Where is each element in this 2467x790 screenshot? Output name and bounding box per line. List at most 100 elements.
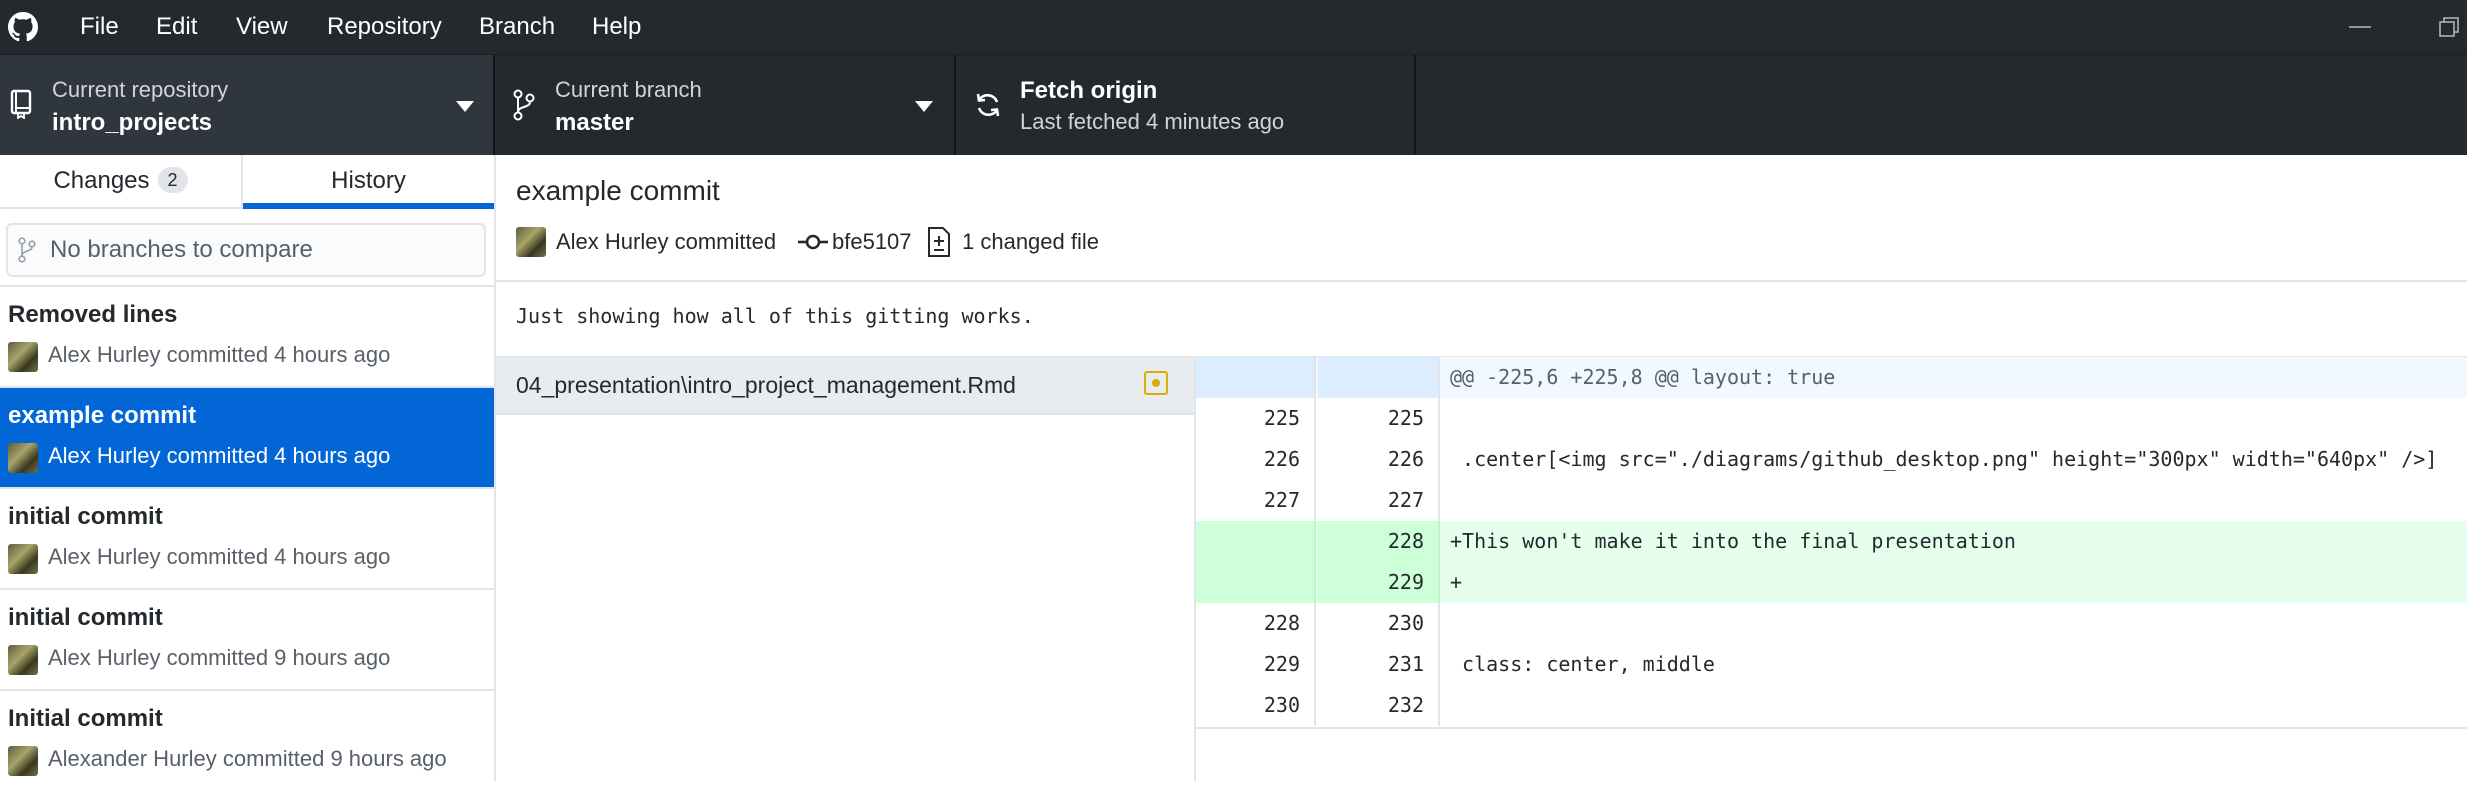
file-modified-icon [1144, 371, 1168, 395]
diff-line-added[interactable]: 228 +This won't make it into the final p… [1196, 521, 2467, 562]
commit-summary-header: example commit Alex Hurley committed bfe… [496, 155, 2467, 282]
commit-list-item[interactable]: initial commit Alex Hurley committed 9 h… [0, 590, 494, 691]
old-line-number: 227 [1196, 480, 1316, 521]
avatar [8, 544, 38, 574]
minimize-icon[interactable] [2347, 14, 2373, 40]
changed-file-list: 04_presentation\intro_project_management… [496, 357, 1196, 781]
new-line-number: 226 [1318, 439, 1440, 480]
commit-author: Alex Hurley committed [556, 229, 777, 254]
menu-edit[interactable]: Edit [156, 0, 197, 54]
diff-line[interactable]: 229 231 class: center, middle [1196, 644, 2467, 685]
menu-view[interactable]: View [236, 0, 288, 54]
commit-list-item-selected[interactable]: example commit Alex Hurley committed 4 h… [0, 388, 494, 489]
repo-caret-icon [456, 101, 474, 112]
title-bar: File Edit View Repository Branch Help [0, 0, 2467, 54]
commit-list-item[interactable]: initial commit Alex Hurley committed 4 h… [0, 489, 494, 590]
commit-title: initial commit [8, 503, 163, 530]
branch-name: master [555, 109, 634, 136]
file-list-item[interactable]: 04_presentation\intro_project_management… [496, 357, 1194, 415]
tab-history[interactable]: History [243, 155, 494, 207]
commit-title: Initial commit [8, 705, 163, 732]
new-line-number: 225 [1318, 398, 1440, 439]
file-path: 04_presentation\intro_project_management… [516, 372, 1016, 398]
modified-dot [1152, 379, 1160, 387]
commit-meta: Alex Hurley committed 4 hours ago [48, 342, 391, 367]
commit-title: initial commit [8, 604, 163, 631]
diff-view: @@ -225,6 +225,8 @@ layout: true 225 225… [1196, 357, 2467, 729]
commit-title: Removed lines [8, 301, 178, 328]
code-text: class: center, middle [1450, 652, 1715, 676]
diff-line-added[interactable]: 229 + [1196, 562, 2467, 603]
commit-meta: Alex Hurley committed 9 hours ago [48, 645, 391, 670]
menu-help[interactable]: Help [592, 0, 641, 54]
branch-label: Current branch [555, 77, 702, 102]
compare-branch-input[interactable]: No branches to compare [6, 223, 486, 277]
tab-changes[interactable]: Changes 2 [0, 155, 243, 209]
code-text: + [1450, 570, 1463, 594]
avatar [8, 342, 38, 372]
commit-list-item[interactable]: Initial commit Alexander Hurley committe… [0, 691, 494, 790]
restore-icon[interactable] [2436, 14, 2462, 40]
old-line-number: 225 [1196, 398, 1316, 439]
old-line-number: 228 [1196, 603, 1316, 644]
github-logo-icon [8, 12, 38, 42]
commit-list-item[interactable]: Removed lines Alex Hurley committed 4 ho… [0, 287, 494, 388]
diff-hunk-header: @@ -225,6 +225,8 @@ layout: true [1196, 357, 2467, 398]
code-text: .center[<img src="./diagrams/github_desk… [1450, 447, 2438, 471]
fetch-subtitle: Last fetched 4 minutes ago [1020, 109, 1285, 134]
current-branch-button[interactable]: Current branch master [495, 55, 956, 155]
sidebar: Changes 2 History No branches to compare … [0, 155, 496, 790]
new-line-number [1318, 357, 1440, 398]
repo-name: intro_projects [52, 109, 213, 136]
diff-divider [1196, 727, 2467, 729]
commit-meta: Alex Hurley committed 4 hours ago [48, 443, 391, 468]
branch-icon [513, 89, 535, 121]
branch-caret-icon [915, 101, 933, 112]
menu-repository[interactable]: Repository [327, 0, 442, 54]
new-line-number: 229 [1318, 562, 1440, 603]
avatar [8, 443, 38, 473]
diff-line[interactable]: 225 225 [1196, 398, 2467, 439]
repo-icon [10, 89, 32, 119]
repo-label: Current repository [52, 77, 229, 102]
toolbar: Current repository intro_projects Curren… [0, 54, 2467, 155]
commit-sha[interactable]: bfe5107 [832, 227, 912, 257]
avatar [516, 227, 546, 257]
avatar [8, 645, 38, 675]
diff-line[interactable]: 227 227 [1196, 480, 2467, 521]
commit-title: example commit [8, 402, 197, 429]
current-repository-button[interactable]: Current repository intro_projects [0, 55, 495, 155]
hunk-text: @@ -225,6 +225,8 @@ layout: true [1450, 365, 1836, 389]
diff-line[interactable]: 228 230 [1196, 603, 2467, 644]
commit-summary-title: example commit [516, 175, 720, 206]
new-line-number: 231 [1318, 644, 1440, 685]
changed-files-count: 1 changed file [962, 229, 1099, 254]
new-line-number: 232 [1318, 685, 1440, 726]
old-line-number [1196, 521, 1316, 562]
diff-line[interactable]: 226 226 .center[<img src="./diagrams/git… [1196, 439, 2467, 480]
fetch-origin-button[interactable]: Fetch origin Last fetched 4 minutes ago [956, 55, 1416, 155]
tab-changes-label: Changes [53, 167, 150, 194]
old-line-number [1196, 357, 1316, 398]
commit-meta: Alexander Hurley committed 9 hours ago [48, 746, 447, 771]
menu-file[interactable]: File [80, 0, 119, 54]
new-line-number: 227 [1318, 480, 1440, 521]
compare-placeholder: No branches to compare [50, 236, 313, 263]
avatar [8, 746, 38, 776]
commit-description-area: Just showing how all of this gitting wor… [496, 282, 2467, 358]
diff-line[interactable]: 230 232 [1196, 685, 2467, 726]
menu-branch[interactable]: Branch [479, 0, 555, 54]
code-text: +This won't make it into the final prese… [1450, 529, 2016, 553]
fetch-title: Fetch origin [1020, 77, 1158, 104]
old-line-number: 229 [1196, 644, 1316, 685]
changes-count-badge: 2 [157, 166, 188, 193]
old-line-number: 230 [1196, 685, 1316, 726]
commit-icon [798, 234, 828, 250]
commit-meta: Alex Hurley committed 4 hours ago [48, 544, 391, 569]
new-line-number: 228 [1318, 521, 1440, 562]
sync-icon [976, 93, 1000, 117]
branch-icon [18, 237, 36, 263]
commit-description: Just showing how all of this gitting wor… [516, 304, 1034, 328]
new-line-number: 230 [1318, 603, 1440, 644]
old-line-number: 226 [1196, 439, 1316, 480]
